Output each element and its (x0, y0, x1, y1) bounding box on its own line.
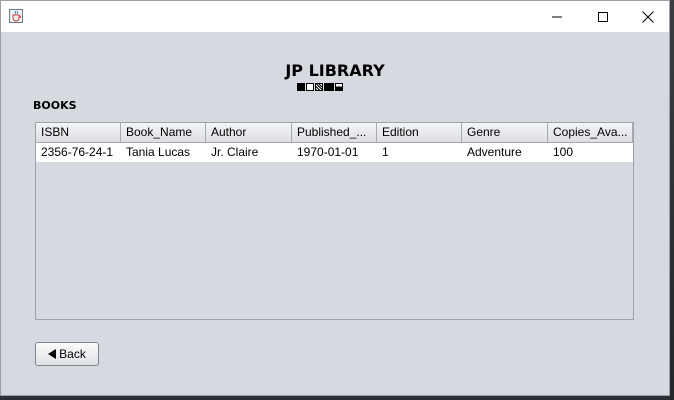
page-title: JP LIBRARY (285, 61, 385, 80)
cell-isbn[interactable]: 2356-76-24-1 (36, 143, 121, 162)
books-table[interactable]: ISBN Book_Name Author Published_... Edit… (35, 122, 634, 320)
column-header-edition[interactable]: Edition (377, 123, 462, 142)
cell-book-name[interactable]: Tania Lucas (121, 143, 206, 162)
close-icon (642, 10, 654, 23)
table-row[interactable]: 2356-76-24-1 Tania Lucas Jr. Claire 1970… (36, 143, 633, 162)
title-bar[interactable] (1, 1, 669, 32)
desktop-background (670, 0, 674, 400)
column-header-published[interactable]: Published_... (292, 123, 377, 142)
glyph-half-icon (335, 83, 343, 91)
table-header: ISBN Book_Name Author Published_... Edit… (36, 123, 633, 143)
cell-edition[interactable]: 1 (377, 143, 462, 162)
glyph-block-icon (297, 83, 305, 91)
back-button-label: Back (59, 347, 86, 361)
column-header-copies-available[interactable]: Copies_Ava... (548, 123, 633, 142)
cell-genre[interactable]: Adventure (462, 143, 548, 162)
glyph-shade-icon (315, 83, 323, 91)
cell-copies-available[interactable]: 100 (548, 143, 633, 162)
glyph-block-icon (324, 83, 334, 91)
app-window: JP LIBRARY BOOKS ISBN Book_Name Author P… (0, 0, 670, 396)
minimize-button[interactable] (534, 1, 580, 32)
glyph-box-icon (306, 83, 314, 91)
maximize-icon (598, 11, 608, 22)
cell-author[interactable]: Jr. Claire (206, 143, 292, 162)
back-button[interactable]: Back (35, 342, 99, 366)
column-header-book-name[interactable]: Book_Name (121, 123, 206, 142)
cell-published[interactable]: 1970-01-01 (292, 143, 377, 162)
close-button[interactable] (625, 1, 671, 32)
column-header-isbn[interactable]: ISBN (36, 123, 121, 142)
subtitle-glyphs (297, 83, 343, 92)
section-label-books: BOOKS (33, 99, 77, 112)
back-arrow-icon (48, 349, 57, 359)
java-cup-icon (9, 9, 23, 23)
minimize-icon (552, 16, 562, 17)
column-header-author[interactable]: Author (206, 123, 292, 142)
column-header-genre[interactable]: Genre (462, 123, 548, 142)
maximize-button[interactable] (580, 1, 626, 32)
